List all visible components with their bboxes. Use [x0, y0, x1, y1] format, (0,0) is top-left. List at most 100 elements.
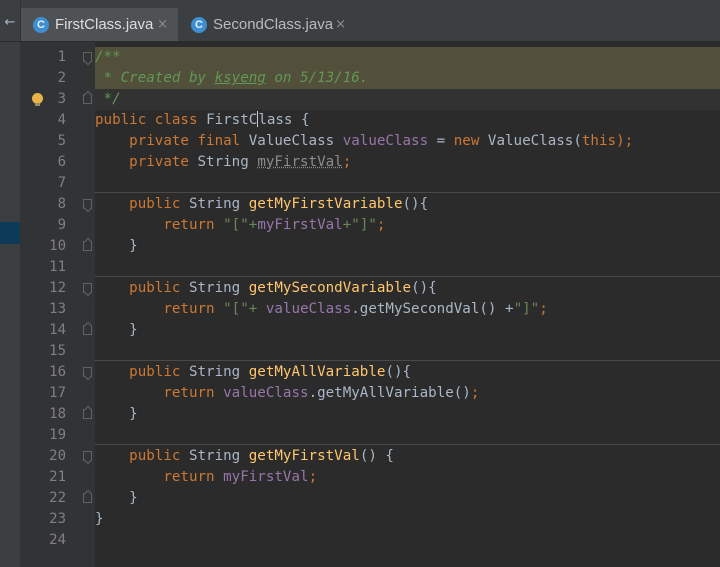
code-line[interactable]: } [95, 236, 720, 257]
code-line[interactable]: return myFirstVal; [95, 467, 720, 488]
comment-text: on 5/13/16. [265, 70, 369, 86]
line-number: 23 [49, 511, 66, 527]
method-name: getMyFirstVariable [248, 196, 403, 212]
comment-text: /** [95, 49, 121, 65]
keyword: return [163, 385, 215, 401]
line-number: 22 [49, 490, 66, 506]
active-tool-marker[interactable] [0, 222, 20, 244]
line-number-gutter[interactable]: 1 2 3 4 5 6 7 8 9 10 11 12 13 14 15 16 1… [21, 42, 95, 567]
class-name: lass [258, 112, 293, 128]
brace: } [129, 322, 138, 338]
line-number: 18 [49, 406, 66, 422]
line-number: 10 [49, 238, 66, 254]
code-line[interactable]: /** [95, 47, 720, 68]
fold-collapse-icon[interactable] [83, 367, 92, 377]
code-line[interactable]: public class FirstClass { [95, 110, 720, 131]
comment-author: ksyeng [214, 70, 266, 86]
keyword: public [129, 448, 181, 464]
tab-label: FirstClass.java [55, 16, 154, 33]
code-line[interactable]: } [95, 320, 720, 341]
code-line[interactable]: return "["+myFirstVal+"]"; [95, 215, 720, 236]
code-line[interactable]: * Created by ksyeng on 5/13/16. [95, 68, 720, 89]
fold-collapse-icon[interactable] [83, 451, 92, 461]
fold-expand-icon[interactable] [83, 241, 92, 251]
punctuation: ; [308, 469, 318, 485]
params: (){ [411, 280, 437, 296]
fold-expand-icon[interactable] [83, 94, 92, 104]
code-line[interactable]: */ [95, 89, 720, 110]
constructor-call: ValueClass( [479, 133, 582, 149]
line-number: 9 [57, 217, 66, 233]
back-arrow-icon[interactable]: ← [0, 0, 21, 41]
type-name: String [188, 154, 258, 170]
line-number: 1 [57, 49, 66, 65]
line-number: 15 [49, 343, 66, 359]
code-line[interactable]: } [95, 509, 720, 530]
fold-collapse-icon[interactable] [83, 199, 92, 209]
fold-collapse-icon[interactable] [83, 52, 92, 62]
fold-collapse-icon[interactable] [83, 283, 92, 293]
java-class-icon: C [33, 16, 49, 33]
punctuation: ; [470, 385, 480, 401]
line-number: 20 [49, 448, 66, 464]
type-name: String [180, 364, 249, 380]
keyword: return [163, 301, 215, 317]
code-editor[interactable]: /** * Created by ksyeng on 5/13/16. */ p… [95, 42, 720, 567]
brace: } [129, 490, 138, 506]
line-number: 24 [49, 532, 66, 548]
field-name: myFirstVal [223, 469, 309, 485]
code-line[interactable]: public String getMyAllVariable(){ [95, 362, 720, 383]
keyword: public [129, 196, 181, 212]
keyword: class [154, 112, 198, 128]
code-line[interactable]: public String getMySecondVariable(){ [95, 278, 720, 299]
string-literal: +"]" [342, 217, 377, 233]
code-line[interactable]: } [95, 404, 720, 425]
tab-firstclass[interactable]: C FirstClass.java × [21, 8, 178, 41]
lightbulb-icon[interactable] [32, 93, 43, 106]
keyword: private [129, 154, 189, 170]
keyword: public [95, 112, 147, 128]
type-name: String [180, 280, 249, 296]
method-separator [95, 444, 720, 445]
tab-secondclass[interactable]: C SecondClass.java × [179, 8, 356, 41]
method-name: getMyFirstVal [248, 448, 360, 464]
field-name: valueClass [265, 301, 352, 317]
code-line[interactable]: public String getMyFirstVariable(){ [95, 194, 720, 215]
string-literal: "]" [513, 301, 540, 317]
line-number: 13 [49, 301, 66, 317]
editor-tab-bar: ← C FirstClass.java × C SecondClass.java… [0, 0, 720, 42]
java-class-icon: C [191, 16, 207, 33]
code-line[interactable]: private String myFirstVal; [95, 152, 720, 173]
tab-label: SecondClass.java [213, 16, 334, 33]
params: (){ [385, 364, 412, 380]
comment-text: * Created by [95, 70, 215, 86]
close-icon[interactable]: × [157, 17, 168, 32]
code-line[interactable]: private final ValueClass valueClass = ne… [95, 131, 720, 152]
line-number: 8 [57, 196, 66, 212]
code-line[interactable]: return "["+ valueClass.getMySecondVal() … [95, 299, 720, 320]
code-line[interactable]: public String getMyFirstVal() { [95, 446, 720, 467]
line-number: 5 [57, 133, 66, 149]
code-line[interactable]: return valueClass.getMyAllVariable(); [95, 383, 720, 404]
keyword: new [453, 133, 480, 149]
method-name: getMySecondVariable [248, 280, 412, 296]
fold-expand-icon[interactable] [83, 409, 92, 419]
code-line[interactable]: } [95, 488, 720, 509]
brace: } [129, 238, 138, 254]
class-name: FirstC [206, 112, 258, 128]
line-number: 14 [49, 322, 66, 338]
fold-expand-icon[interactable] [83, 493, 92, 503]
line-number: 19 [49, 427, 66, 443]
punctuation: ); [616, 133, 634, 149]
field-name: myFirstVal [257, 217, 343, 233]
punctuation: ; [342, 154, 352, 170]
line-number: 4 [57, 112, 66, 128]
line-number: 7 [57, 175, 66, 191]
close-icon[interactable]: × [335, 17, 346, 32]
method-separator [95, 360, 720, 361]
left-tool-strip [0, 42, 21, 567]
type-name: ValueClass [240, 133, 343, 149]
fold-expand-icon[interactable] [83, 325, 92, 335]
string-literal: "["+ [214, 217, 258, 233]
